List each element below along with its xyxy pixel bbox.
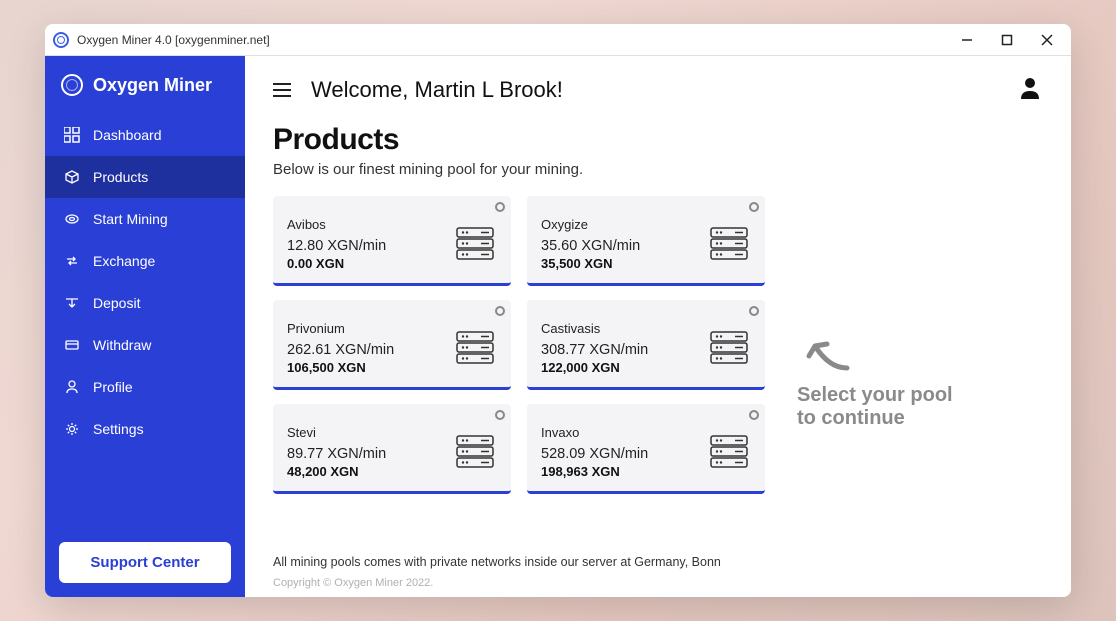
content: Products Below is our finest mining pool… (245, 113, 1071, 597)
product-card-stevi[interactable]: Stevi 89.77 XGN/min 48,200 XGN (273, 404, 511, 494)
radio-indicator-icon (749, 410, 759, 420)
product-name: Avibos (287, 217, 386, 232)
sidebar-item-products[interactable]: Products (45, 156, 245, 198)
mining-icon (63, 210, 81, 228)
product-name: Privonium (287, 321, 394, 336)
minimize-icon (961, 34, 973, 46)
sidebar-item-label: Profile (93, 379, 133, 395)
sidebar-item-label: Withdraw (93, 337, 151, 353)
sidebar-item-start-mining[interactable]: Start Mining (45, 198, 245, 240)
product-rate: 308.77 XGN/min (541, 342, 648, 358)
deposit-icon (63, 294, 81, 312)
product-name: Castivasis (541, 321, 648, 336)
hint-panel: Select your pool to continue (797, 196, 1043, 541)
arrow-left-icon (799, 328, 855, 376)
welcome-text: Welcome, Martin L Brook! (311, 77, 563, 103)
server-stack-icon (453, 222, 497, 266)
settings-icon (63, 420, 81, 438)
exchange-icon (63, 252, 81, 270)
product-card-avibos[interactable]: Avibos 12.80 XGN/min 0.00 XGN (273, 196, 511, 286)
product-name: Stevi (287, 425, 386, 440)
sidebar-item-dashboard[interactable]: Dashboard (45, 114, 245, 156)
product-balance: 0.00 XGN (287, 256, 386, 271)
sidebar-item-profile[interactable]: Profile (45, 366, 245, 408)
sidebar-item-label: Start Mining (93, 211, 168, 227)
sidebar-item-exchange[interactable]: Exchange (45, 240, 245, 282)
page-subtitle: Below is our finest mining pool for your… (273, 161, 1043, 178)
product-rate: 528.09 XGN/min (541, 446, 648, 462)
radio-indicator-icon (495, 410, 505, 420)
withdraw-icon (63, 336, 81, 354)
hint-line1: Select your pool (797, 384, 953, 407)
product-balance: 35,500 XGN (541, 256, 640, 271)
radio-indicator-icon (749, 202, 759, 212)
product-balance: 106,500 XGN (287, 360, 394, 375)
product-balance: 198,963 XGN (541, 464, 648, 479)
maximize-button[interactable] (999, 32, 1015, 48)
footer-note: All mining pools comes with private netw… (273, 555, 1043, 569)
sidebar: Oxygen Miner Dashboard Products Start Mi… (45, 56, 245, 597)
server-stack-icon (453, 326, 497, 370)
menu-toggle-button[interactable] (273, 83, 291, 97)
sidebar-item-settings[interactable]: Settings (45, 408, 245, 450)
profile-icon (63, 378, 81, 396)
topbar: Welcome, Martin L Brook! (245, 56, 1071, 113)
window-controls (959, 32, 1063, 48)
app-icon (53, 32, 69, 48)
product-balance: 122,000 XGN (541, 360, 648, 375)
nav: Dashboard Products Start Mining Exchange… (45, 114, 245, 450)
product-card-oxygize[interactable]: Oxygize 35.60 XGN/min 35,500 XGN (527, 196, 765, 286)
copyright: Copyright © Oxygen Miner 2022. (273, 569, 1043, 597)
product-rate: 262.61 XGN/min (287, 342, 394, 358)
brand-logo-icon (61, 74, 83, 96)
radio-indicator-icon (495, 202, 505, 212)
server-stack-icon (707, 222, 751, 266)
radio-indicator-icon (749, 306, 759, 316)
product-card-invaxo[interactable]: Invaxo 528.09 XGN/min 198,963 XGN (527, 404, 765, 494)
sidebar-item-label: Dashboard (93, 127, 162, 143)
sidebar-item-deposit[interactable]: Deposit (45, 282, 245, 324)
product-rate: 35.60 XGN/min (541, 238, 640, 254)
product-balance: 48,200 XGN (287, 464, 386, 479)
minimize-button[interactable] (959, 32, 975, 48)
hint-line2: to continue (797, 407, 905, 430)
main: Welcome, Martin L Brook! Products Below … (245, 56, 1071, 597)
server-stack-icon (707, 326, 751, 370)
window-title: Oxygen Miner 4.0 [oxygenminer.net] (77, 33, 270, 47)
product-rate: 89.77 XGN/min (287, 446, 386, 462)
product-rate: 12.80 XGN/min (287, 238, 386, 254)
product-card-castivasis[interactable]: Castivasis 308.77 XGN/min 122,000 XGN (527, 300, 765, 390)
user-avatar-button[interactable] (1017, 74, 1043, 105)
page-title: Products (273, 123, 1043, 157)
close-button[interactable] (1039, 32, 1055, 48)
user-avatar-icon (1017, 74, 1043, 100)
support-center-button[interactable]: Support Center (59, 542, 231, 583)
server-stack-icon (453, 430, 497, 474)
titlebar: Oxygen Miner 4.0 [oxygenminer.net] (45, 24, 1071, 56)
close-icon (1041, 34, 1053, 46)
sidebar-item-label: Deposit (93, 295, 140, 311)
product-name: Oxygize (541, 217, 640, 232)
server-stack-icon (707, 430, 751, 474)
products-icon (63, 168, 81, 186)
sidebar-item-label: Settings (93, 421, 144, 437)
product-card-privonium[interactable]: Privonium 262.61 XGN/min 106,500 XGN (273, 300, 511, 390)
product-grid: Avibos 12.80 XGN/min 0.00 XGN Oxygize (273, 196, 765, 541)
sidebar-item-withdraw[interactable]: Withdraw (45, 324, 245, 366)
hamburger-icon (273, 83, 291, 85)
maximize-icon (1001, 34, 1013, 46)
brand-name: Oxygen Miner (93, 75, 212, 96)
radio-indicator-icon (495, 306, 505, 316)
app-window: Oxygen Miner 4.0 [oxygenminer.net] Oxyge… (45, 24, 1071, 597)
sidebar-item-label: Products (93, 169, 148, 185)
brand: Oxygen Miner (45, 56, 245, 114)
product-name: Invaxo (541, 425, 648, 440)
dashboard-icon (63, 126, 81, 144)
sidebar-item-label: Exchange (93, 253, 155, 269)
